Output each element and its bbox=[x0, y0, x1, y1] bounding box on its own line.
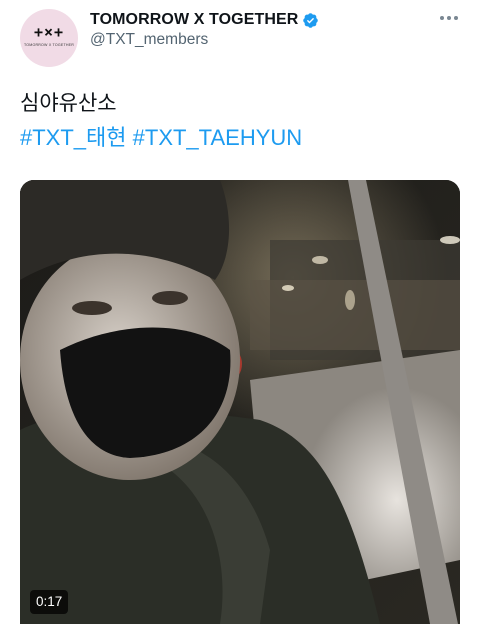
tweet-header: +×+ TOMORROW X TOGETHER TOMORROW X TOGET… bbox=[20, 9, 460, 67]
hashtags: #TXT_태현 #TXT_TAEHYUN bbox=[20, 124, 302, 152]
name-row: TOMORROW X TOGETHER bbox=[90, 9, 319, 31]
avatar[interactable]: +×+ TOMORROW X TOGETHER bbox=[20, 9, 78, 67]
tweet-text: 심야유산소 bbox=[20, 91, 117, 115]
account-handle[interactable]: @TXT_members bbox=[90, 31, 208, 49]
display-name[interactable]: TOMORROW X TOGETHER bbox=[90, 11, 298, 29]
more-options-icon[interactable] bbox=[440, 15, 458, 21]
video-frame bbox=[20, 180, 460, 624]
video-player[interactable]: 0:17 bbox=[20, 180, 460, 624]
verified-badge-icon bbox=[302, 12, 319, 29]
hashtag-link[interactable]: #TXT_TAEHYUN bbox=[133, 125, 303, 150]
avatar-logo: +×+ bbox=[33, 23, 65, 41]
avatar-logo-subtext: TOMORROW X TOGETHER bbox=[23, 43, 75, 47]
hashtag-link[interactable]: #TXT_태현 bbox=[20, 125, 127, 150]
video-duration-badge: 0:17 bbox=[30, 590, 69, 614]
